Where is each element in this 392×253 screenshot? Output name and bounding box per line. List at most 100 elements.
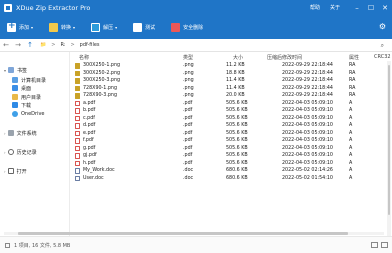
grid-view-icon[interactable] xyxy=(381,242,388,248)
chevron-right-icon[interactable]: › xyxy=(4,131,6,136)
table-row[interactable]: 728X90-1.png .png 11.4 KB 2022-09-29 22:18:… xyxy=(71,85,392,93)
cell-modified: 2022-09-29 22:18:44 xyxy=(282,85,333,91)
chevron-down-icon[interactable]: ▾ xyxy=(31,25,33,30)
sidebar-item-open[interactable]: › 打开 xyxy=(4,167,27,175)
sidebar-item-label: 打开 xyxy=(16,168,27,175)
desktop-icon xyxy=(12,85,18,91)
pdf-file-icon xyxy=(75,153,80,159)
table-row[interactable]: c.pdf .pdf 505.6 KB 2022-04-03 05:09:10 A xyxy=(71,115,392,123)
cell-size: 20.0 KB xyxy=(226,93,245,98)
png-file-icon xyxy=(75,78,80,84)
sidebar-item-filesystem[interactable]: › 文件系统 xyxy=(4,129,37,137)
breadcrumb-folder[interactable]: pdf-files xyxy=(80,42,100,48)
table-row[interactable]: a.pdf .pdf 505.6 KB 2022-04-03 05:09:10 A xyxy=(71,100,392,108)
cell-modified: 2022-04-03 05:09:10 xyxy=(282,138,333,143)
column-header-name[interactable]: 名称 xyxy=(79,54,89,61)
column-header-attributes[interactable]: 属性 xyxy=(349,54,359,61)
download-icon xyxy=(12,102,18,108)
cell-attributes: A xyxy=(349,153,353,158)
sidebar-item-computer[interactable]: 计算机目录 xyxy=(12,76,46,84)
file-list: 名称 类型 大小 压缩后 修改时间 属性 CRC32 300X250-1.png… xyxy=(71,52,392,242)
table-row[interactable]: f.pdf .pdf 505.6 KB 2022-04-03 05:09:10 A xyxy=(71,137,392,145)
table-row[interactable]: User.doc .doc 680.6 KB 2022-05-02 01:54:10 A xyxy=(71,175,392,183)
cell-modified: 2022-09-29 22:18:44 xyxy=(282,78,333,83)
sidebar-item-onedrive[interactable]: OneDrive xyxy=(12,110,45,118)
cell-size: 505.6 KB xyxy=(226,100,248,106)
about-menu[interactable]: 关于 xyxy=(330,4,340,11)
sidebar: ▾ 书签 计算机目录 桌面 用户目录 下载 OneDrive › 文件系统 › … xyxy=(0,52,70,242)
minimize-button[interactable]: – xyxy=(350,0,364,15)
cell-attributes: A xyxy=(349,115,353,121)
cell-attributes: A xyxy=(349,168,353,173)
forward-button[interactable]: → xyxy=(12,41,24,49)
maximize-button[interactable]: ☐ xyxy=(364,0,378,15)
cell-attributes: A xyxy=(349,100,353,106)
cell-attributes: A xyxy=(349,108,353,113)
cell-name: 300X250-1.png xyxy=(83,63,121,68)
table-row[interactable]: gj.pdf .pdf 505.6 KB 2022-04-03 05:09:10 A xyxy=(71,152,392,160)
column-header-size[interactable]: 大小 xyxy=(233,54,243,61)
table-row[interactable]: 300X250-1.png .png 11.2 KB 2022-09-29 22:18… xyxy=(71,62,392,70)
table-row[interactable]: d.pdf .pdf 505.6 KB 2022-04-03 05:09:10 A xyxy=(71,122,392,130)
column-header-modified[interactable]: 修改时间 xyxy=(282,54,302,61)
cell-name: 728X90-1.png xyxy=(83,85,117,91)
png-file-icon xyxy=(75,85,80,91)
table-row[interactable]: b.pdf .pdf 505.6 KB 2022-04-03 05:09:10 A xyxy=(71,107,392,115)
table-row[interactable]: 728X90-3.png .png 20.0 KB 2022-09-29 22:18:… xyxy=(71,92,392,100)
sidebar-item-history[interactable]: › 历史记录 xyxy=(4,148,37,156)
chevron-right-icon[interactable]: › xyxy=(4,169,6,174)
cell-type: .pdf xyxy=(183,123,193,128)
chevron-down-icon[interactable]: ▾ xyxy=(4,68,6,73)
sidebar-item-label: 用户目录 xyxy=(21,94,42,101)
sidebar-item-desktop[interactable]: 桌面 xyxy=(12,84,31,92)
chevron-down-icon[interactable]: ▾ xyxy=(73,25,75,30)
cell-type: .png xyxy=(183,78,194,83)
vertical-scrollbar[interactable] xyxy=(387,61,391,239)
search-icon[interactable]: ⌕ xyxy=(381,42,384,50)
sidebar-item-downloads[interactable]: 下载 xyxy=(12,101,31,109)
gear-icon[interactable]: ⚙ xyxy=(379,22,386,31)
chevron-right-icon[interactable]: › xyxy=(4,150,6,155)
cell-name: c.pdf xyxy=(83,115,95,121)
cell-attributes: RA xyxy=(349,93,356,98)
safe-delete-button[interactable]: 安全删除 xyxy=(167,19,207,35)
main-toolbar: 添加 ▾ 转换 ▾ 解压 ▾ 测试 安全删除 ⚙ xyxy=(0,15,392,39)
back-button[interactable]: ← xyxy=(0,41,12,49)
column-header-type[interactable]: 类型 xyxy=(183,54,193,61)
history-icon xyxy=(7,149,14,155)
chevron-down-icon[interactable]: ▾ xyxy=(115,25,117,30)
decompress-button[interactable]: 解压 ▾ xyxy=(87,19,121,35)
doc-file-icon xyxy=(75,168,80,174)
close-button[interactable]: ✕ xyxy=(378,0,392,15)
cell-modified: 2022-04-03 05:09:10 xyxy=(282,130,333,136)
archive-info-icon xyxy=(5,242,10,248)
table-row[interactable]: e.pdf .pdf 505.6 KB 2022-04-03 05:09:10 A xyxy=(71,130,392,138)
breadcrumb-drive[interactable]: R: xyxy=(60,42,65,48)
sidebar-item-bookmarks[interactable]: ▾ 书签 xyxy=(4,66,27,74)
cell-name: f.pdf xyxy=(83,138,94,143)
horizontal-scrollbar[interactable] xyxy=(4,232,384,235)
help-menu[interactable]: 帮助 xyxy=(310,4,320,11)
column-header-crc32[interactable]: CRC32 xyxy=(374,54,391,60)
cell-type: .png xyxy=(183,63,194,68)
cell-modified: 2022-04-03 05:09:10 xyxy=(282,145,333,151)
status-bar: 1 项目, 16 文件, 5.8 MB xyxy=(0,236,392,253)
list-view-icon[interactable] xyxy=(371,242,378,248)
address-bar: ← → ↑ 📁 > R: > pdf-files ⌕ xyxy=(0,39,392,52)
up-button[interactable]: ↑ xyxy=(24,41,36,49)
table-row[interactable]: g.pdf .pdf 505.6 KB 2022-04-03 05:09:10 A xyxy=(71,145,392,153)
test-button[interactable]: 测试 xyxy=(129,19,159,35)
sidebar-item-user-folder[interactable]: 用户目录 xyxy=(12,93,41,101)
column-header-compressed[interactable]: 压缩后 xyxy=(267,54,282,61)
table-row[interactable]: h.pdf .pdf 505.6 KB 2022-04-03 05:09:10 A xyxy=(71,160,392,168)
table-row[interactable]: 300X250-2.png .png 18.8 KB 2022-09-29 22:18… xyxy=(71,70,392,78)
table-row[interactable]: 300X250-3.png .png 11.4 KB 2022-09-29 22:18… xyxy=(71,77,392,85)
cell-modified: 2022-09-29 22:18:44 xyxy=(282,93,333,98)
convert-button[interactable]: 转换 ▾ xyxy=(45,19,79,35)
cell-attributes: A xyxy=(349,160,353,166)
table-row[interactable]: My_Work.doc .doc 680.6 KB 2022-05-02 02:14:… xyxy=(71,167,392,175)
open-icon xyxy=(7,168,14,174)
pdf-file-icon xyxy=(75,100,80,106)
cell-type: .pdf xyxy=(183,153,193,158)
add-button[interactable]: 添加 ▾ xyxy=(3,19,37,35)
